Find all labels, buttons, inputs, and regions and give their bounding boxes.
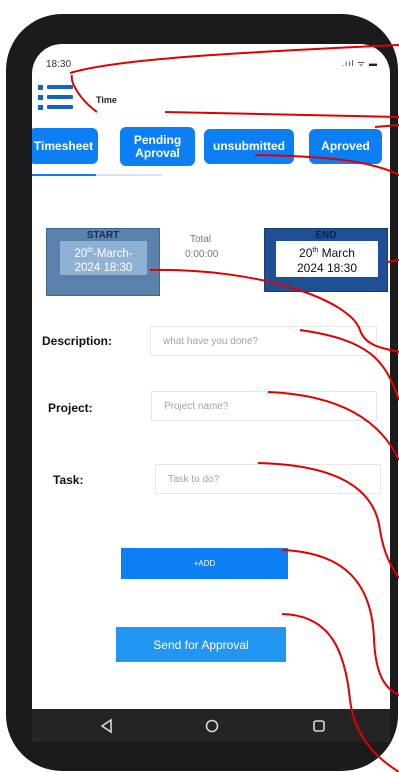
volume-up-button [8, 149, 14, 189]
android-nav-bar [32, 709, 390, 742]
description-label: Description: [42, 334, 113, 348]
start-year-time: 2024 18:30 [74, 261, 133, 274]
hamburger-menu-icon[interactable] [38, 84, 74, 112]
project-label: Project: [48, 401, 93, 415]
page-title: Time [96, 95, 117, 105]
total-value: 0:00:00 [185, 249, 219, 260]
tab-timesheet[interactable]: Timesheet [32, 128, 98, 164]
end-time-picker[interactable]: END 20th March 2024 18:30 [264, 228, 388, 292]
phone-frame: 18:30 .ııl ᯤ ▬ Time Timesheet Pending Ap… [6, 14, 398, 771]
tab-unsubmitted[interactable]: unsubmitted [204, 129, 294, 164]
active-tab-indicator [32, 174, 96, 176]
home-circle-icon[interactable] [202, 716, 222, 736]
start-month: -March- [93, 247, 133, 260]
start-day: 20 [74, 247, 88, 260]
tab-underline [32, 174, 162, 176]
description-input[interactable] [150, 326, 377, 356]
back-triangle-icon[interactable] [97, 716, 117, 736]
phone-screen: 18:30 .ııl ᯤ ▬ Time Timesheet Pending Ap… [32, 44, 390, 742]
end-day: 20 [299, 246, 313, 260]
task-input[interactable] [155, 464, 381, 494]
add-button[interactable]: +ADD [121, 548, 288, 579]
power-button [8, 276, 14, 336]
recents-square-icon[interactable] [309, 716, 329, 736]
start-time-picker[interactable]: START 20th-March- 2024 18:30 [46, 228, 160, 296]
status-time: 18:30 [46, 59, 72, 70]
start-datetime: 20th-March- 2024 18:30 [60, 241, 147, 275]
start-label: START [86, 230, 120, 241]
project-input[interactable] [151, 391, 377, 421]
tab-approved[interactable]: Aproved [309, 129, 382, 164]
volume-down-button [8, 204, 14, 264]
end-datetime: 20th March 2024 18:30 [276, 241, 378, 277]
end-month: March [318, 246, 355, 260]
send-for-approval-button[interactable]: Send for Approval [116, 627, 286, 662]
end-year-time: 2024 18:30 [296, 261, 358, 275]
tab-pending-approval[interactable]: Pending Aproval [120, 127, 195, 166]
end-label: END [315, 230, 337, 241]
task-label: Task: [53, 473, 84, 487]
status-icons: .ııl ᯤ ▬ [341, 59, 378, 68]
total-label: Total [190, 234, 212, 245]
